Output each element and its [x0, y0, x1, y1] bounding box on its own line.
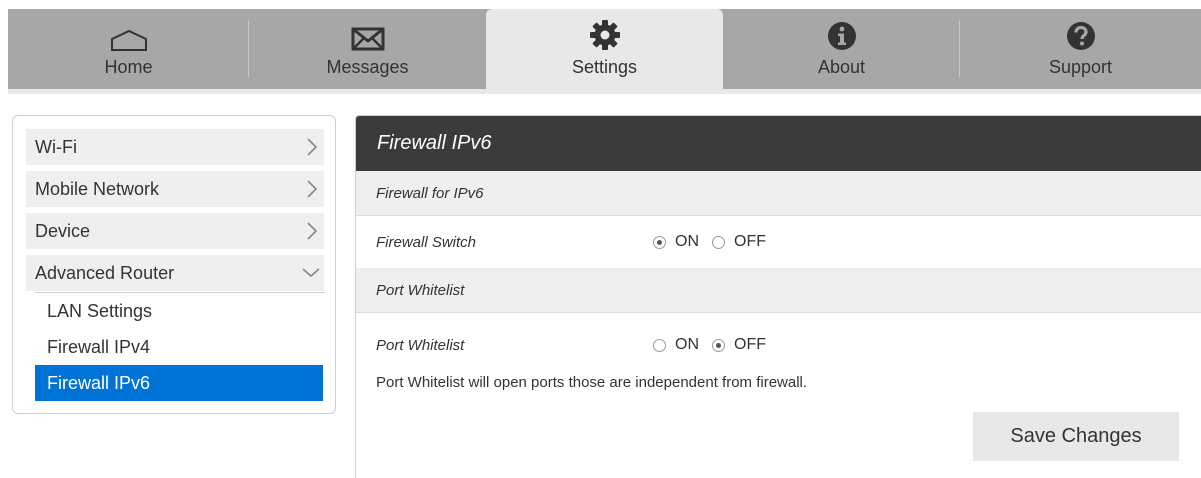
sidebar-item-mobile-network[interactable]: Mobile Network — [26, 171, 324, 207]
radio-label: OFF — [734, 233, 766, 250]
tab-messages[interactable]: Messages — [249, 9, 486, 89]
radio-label: ON — [675, 336, 699, 353]
firewall-switch-off-radio[interactable]: OFF — [712, 233, 766, 251]
sidebar-item-label: Firewall IPv4 — [47, 336, 151, 357]
home-icon — [110, 29, 147, 51]
tab-support[interactable]: Support — [960, 9, 1201, 89]
sidebar-subitem-firewall-ipv6[interactable]: Firewall IPv6 — [35, 365, 323, 401]
port-whitelist-note: Port Whitelist will open ports those are… — [376, 374, 808, 391]
tab-label: Home — [104, 57, 153, 77]
settings-sidebar: Wi-Fi Mobile Network Device Advanced Rou… — [12, 115, 336, 414]
chevron-right-icon — [307, 138, 318, 156]
firewall-ipv6-panel: Firewall IPv6 Firewall for IPv6 Firewall… — [355, 115, 1201, 478]
port-whitelist-label: Port Whitelist — [376, 336, 465, 354]
port-whitelist-on-radio[interactable]: ON — [653, 336, 699, 354]
chevron-right-icon — [307, 222, 318, 240]
radio-label: ON — [675, 233, 699, 250]
gear-icon — [589, 20, 620, 50]
tab-settings[interactable]: Settings — [486, 9, 723, 89]
radio-unchecked-icon — [712, 235, 725, 249]
section-header-port-whitelist: Port Whitelist — [356, 268, 1201, 313]
save-changes-button[interactable]: Save Changes — [973, 412, 1179, 461]
radio-checked-icon — [712, 338, 725, 352]
port-whitelist-off-radio[interactable]: OFF — [712, 336, 766, 354]
sidebar-item-label: Device — [35, 220, 91, 241]
tab-label: Messages — [326, 57, 409, 77]
chevron-right-icon — [307, 180, 318, 198]
radio-checked-icon — [653, 235, 666, 249]
sidebar-subitem-firewall-ipv4[interactable]: Firewall IPv4 — [35, 329, 323, 365]
question-icon — [1066, 22, 1095, 50]
sidebar-item-label: Mobile Network — [35, 178, 160, 199]
firewall-switch-on-radio[interactable]: ON — [653, 233, 699, 251]
envelope-icon — [351, 27, 384, 51]
firewall-switch-label: Firewall Switch — [376, 233, 477, 251]
tab-label: Settings — [571, 57, 638, 77]
nav-bar: Home Messages Settings About Support — [8, 9, 1201, 89]
top-navigation: Home Messages Settings About Support — [8, 9, 1201, 94]
radio-unchecked-icon — [653, 338, 666, 352]
section-header-firewall: Firewall for IPv6 — [356, 171, 1201, 216]
sidebar-item-label: Firewall IPv6 — [47, 372, 151, 393]
port-whitelist-row: Port Whitelist ON OFF — [356, 319, 1201, 371]
page-title: Firewall IPv6 — [356, 116, 1201, 171]
sidebar-item-label: Advanced Router — [35, 262, 175, 283]
info-icon — [827, 22, 856, 50]
radio-label: OFF — [734, 336, 766, 353]
sidebar-item-wifi[interactable]: Wi-Fi — [26, 129, 324, 165]
sidebar-item-device[interactable]: Device — [26, 213, 324, 249]
sidebar-item-label: LAN Settings — [47, 300, 153, 321]
sidebar-subitem-lan-settings[interactable]: LAN Settings — [35, 293, 323, 329]
sidebar-item-advanced-router[interactable]: Advanced Router — [26, 255, 324, 291]
tab-about[interactable]: About — [723, 9, 960, 89]
sidebar-item-label: Wi-Fi — [35, 136, 77, 157]
tab-home[interactable]: Home — [8, 9, 249, 89]
tab-label: About — [817, 57, 866, 77]
firewall-switch-row: Firewall Switch ON OFF — [356, 216, 1201, 268]
tab-label: Support — [1048, 57, 1113, 77]
chevron-down-icon — [302, 268, 320, 278]
